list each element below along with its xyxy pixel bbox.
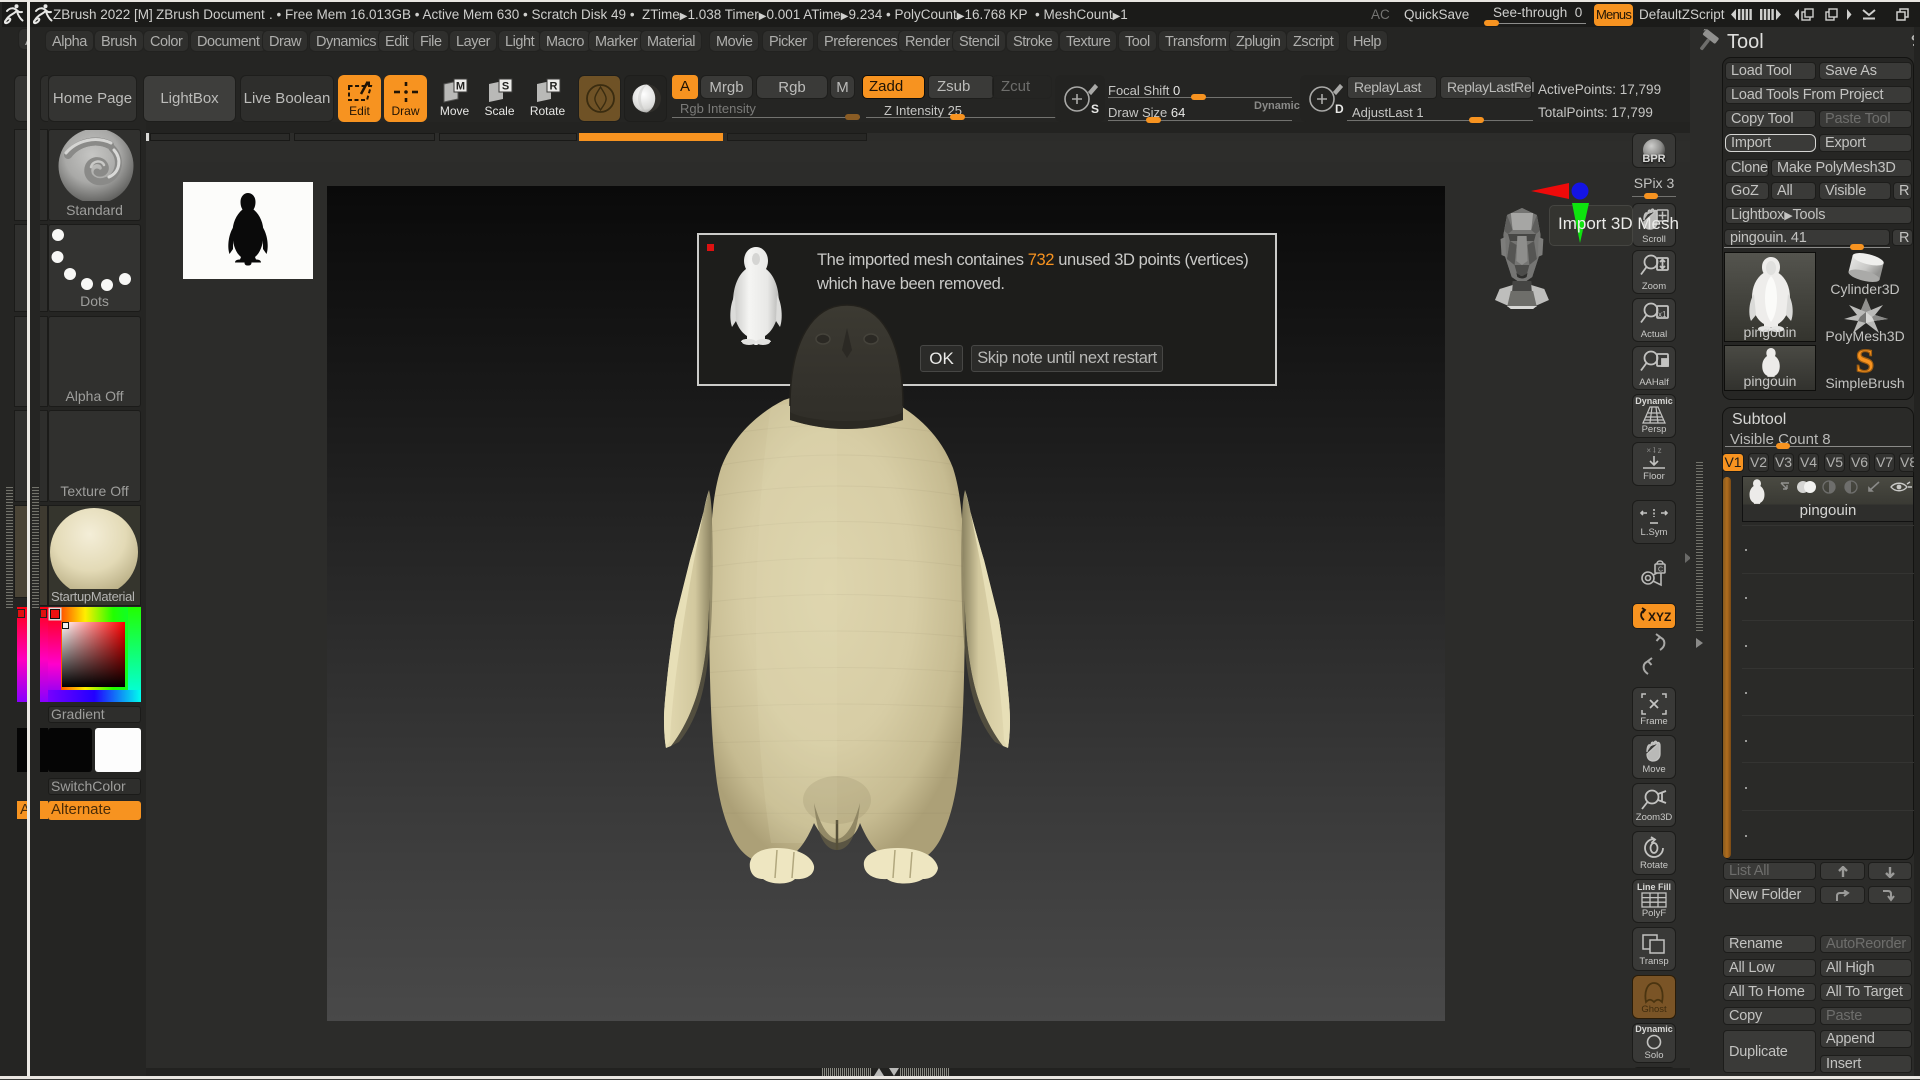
svg-text:C: C — [1658, 567, 1663, 574]
svg-text:R: R — [550, 81, 558, 93]
svg-text:D: D — [1335, 102, 1344, 115]
svg-text:x1: x1 — [1658, 310, 1667, 319]
svg-text:S: S — [1856, 344, 1875, 378]
svg-text:S: S — [1091, 102, 1099, 115]
svg-text:XYZ: XYZ — [1648, 610, 1671, 624]
svg-text:S: S — [502, 81, 509, 93]
svg-text:M: M — [456, 81, 465, 93]
